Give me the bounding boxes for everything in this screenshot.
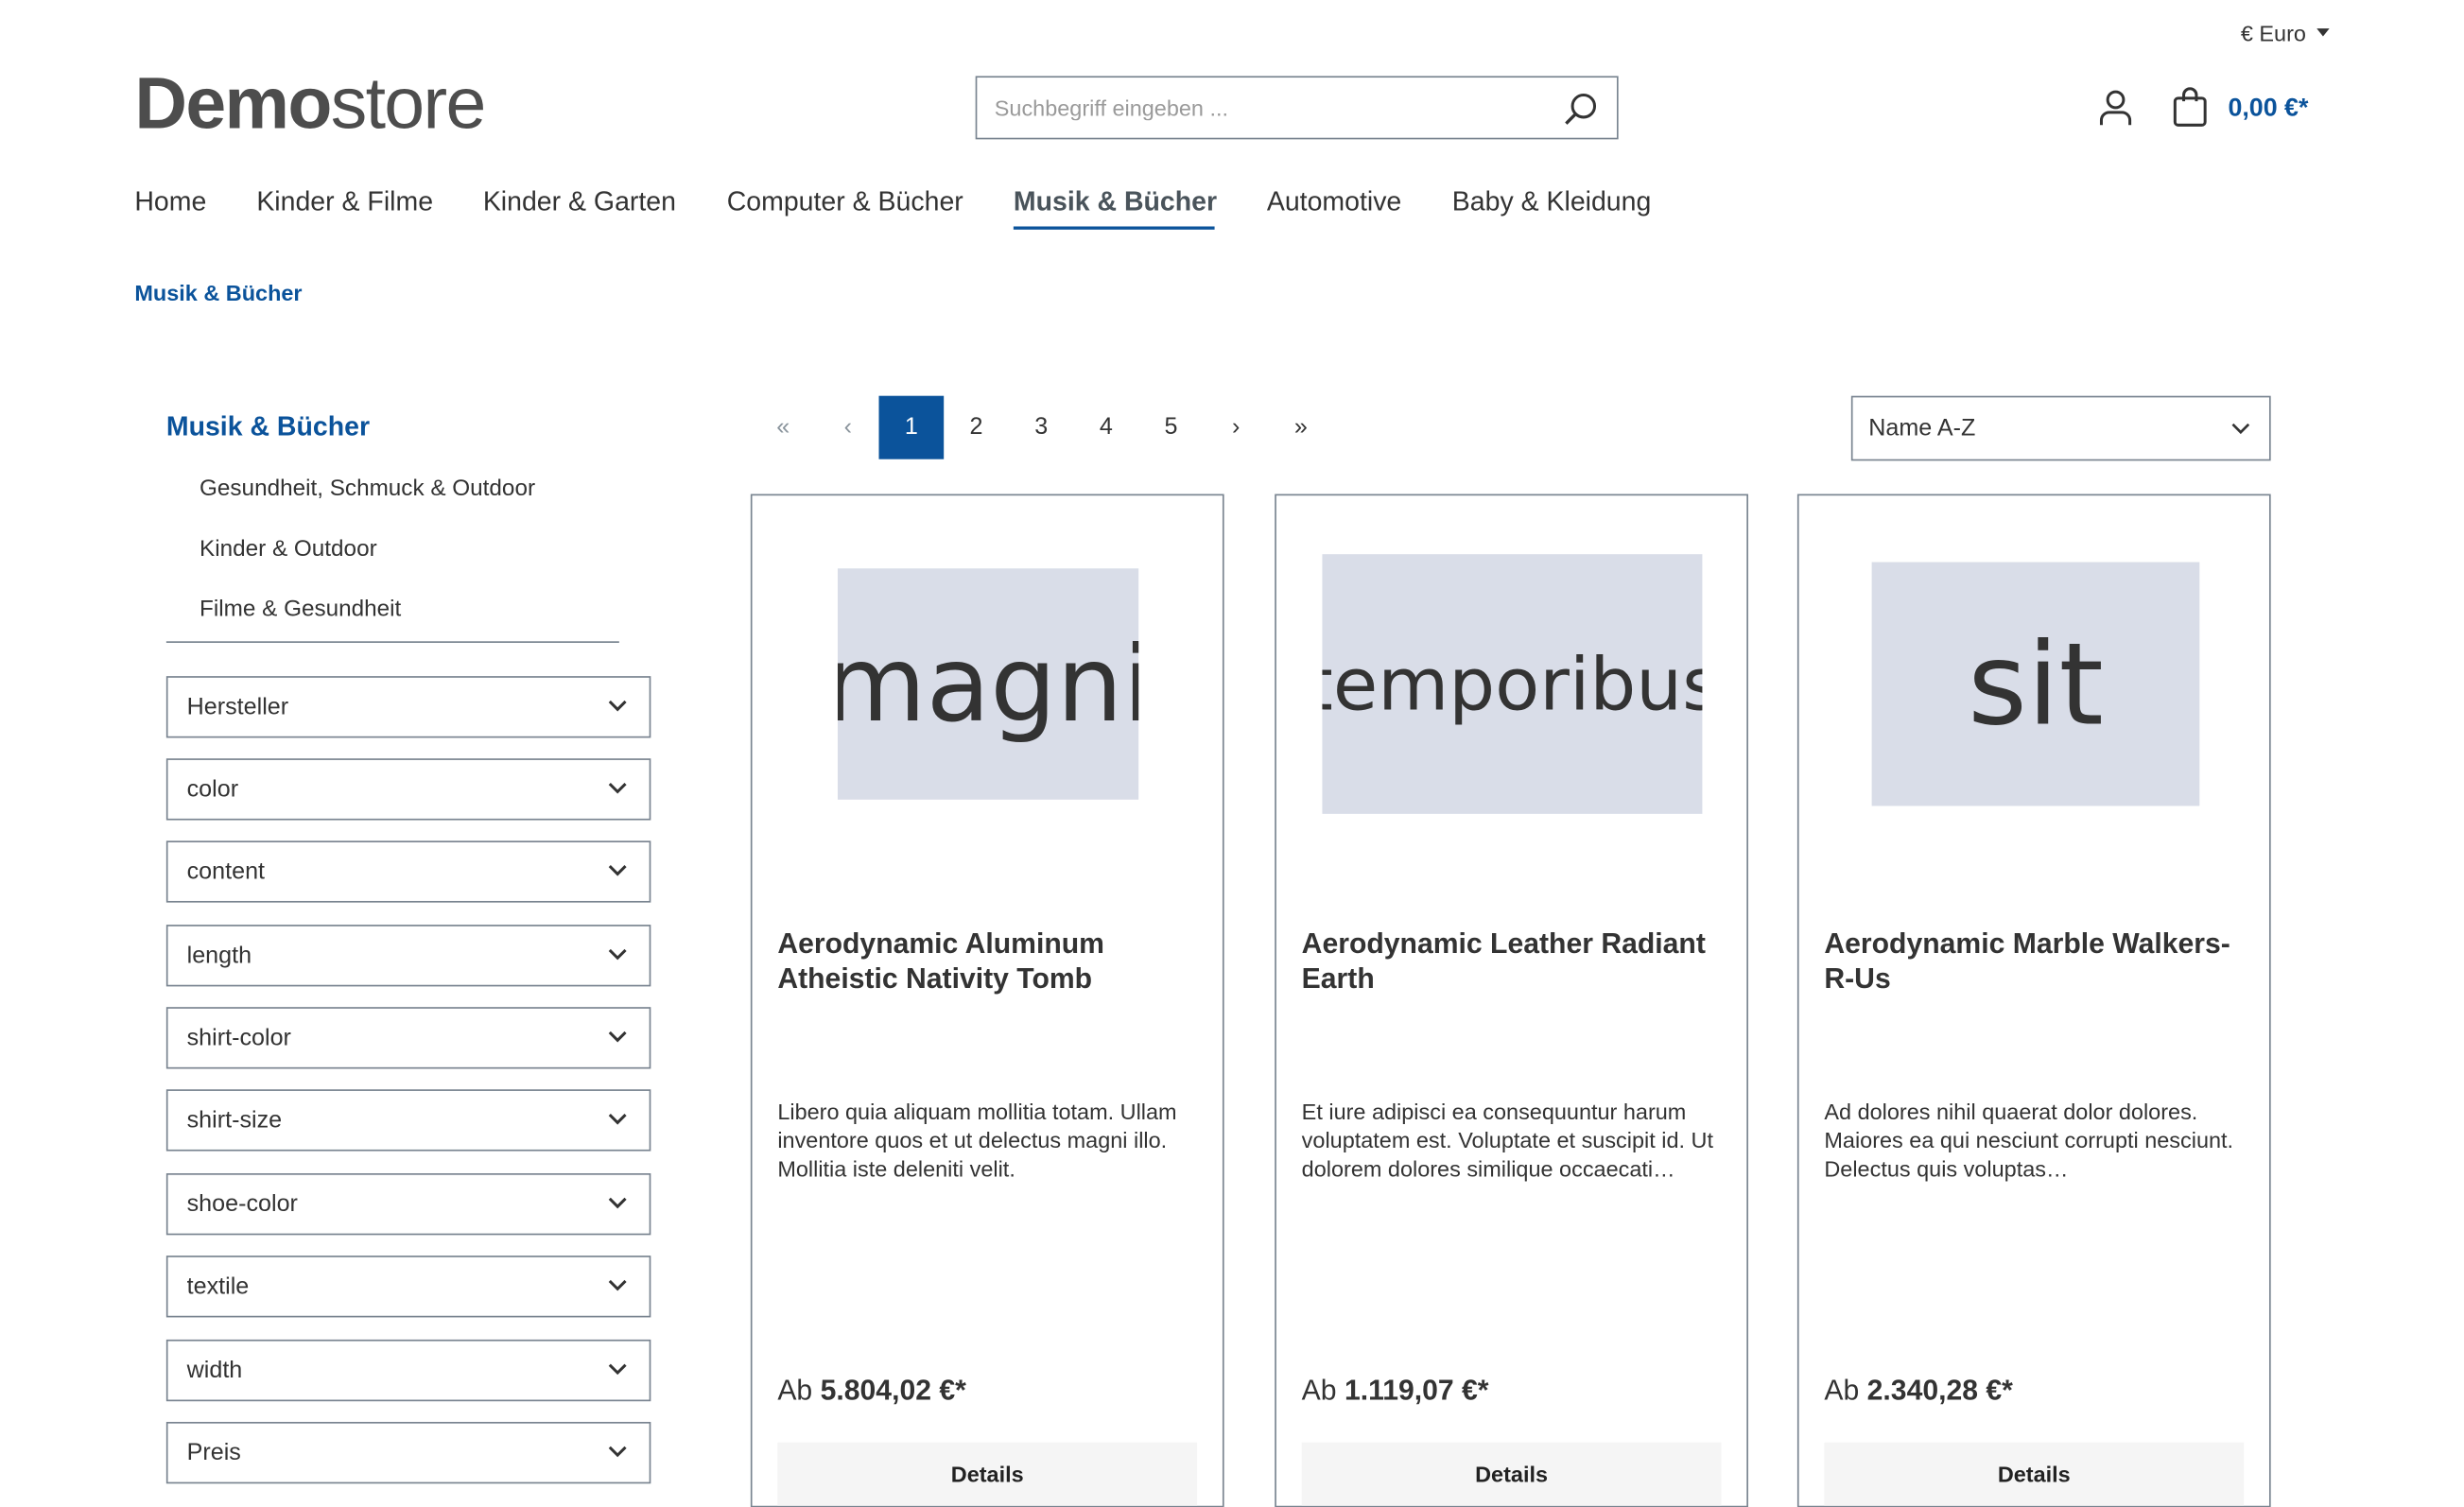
search-icon[interactable] (1563, 92, 1598, 127)
filter-label: content (186, 857, 266, 886)
price-prefix: Ab (1824, 1374, 1860, 1407)
filter-label: textile (186, 1273, 250, 1301)
filter-dropdown[interactable]: shoe-color (165, 1173, 651, 1236)
chevron-down-icon (608, 782, 627, 794)
chevron-down-icon (608, 1113, 627, 1125)
product-card[interactable]: temporibus Aerodynamic Leather Radiant E… (1275, 494, 1748, 1507)
account-icon[interactable] (2098, 89, 2133, 127)
chevron-down-icon (608, 700, 627, 712)
filter-label: Hersteller (186, 693, 289, 721)
chevron-down-icon (608, 1363, 627, 1376)
currency-selector[interactable]: € Euro (2240, 20, 2331, 46)
price-prefix: Ab (777, 1374, 813, 1407)
product-card[interactable]: sit Aerodynamic Marble Walkers-R-Us Ad d… (1796, 494, 2271, 1507)
search-box (975, 76, 1619, 140)
sidebar-item[interactable]: Kinder & Outdoor (200, 537, 377, 563)
details-button[interactable]: Details (1824, 1442, 2245, 1506)
search-input[interactable] (991, 93, 1553, 122)
filter-dropdown[interactable]: Preis (165, 1421, 651, 1484)
nav-home[interactable]: Home (134, 187, 206, 218)
pagination-next[interactable]: › (1204, 396, 1269, 459)
filter-dropdown[interactable]: color (165, 758, 651, 821)
product-price: Ab 2.340,28 €* (1824, 1375, 2013, 1408)
filter-label: shirt-color (186, 1024, 291, 1052)
filter-label: shirt-size (186, 1106, 283, 1135)
product-title[interactable]: Aerodynamic Aluminum Atheistic Nativity … (777, 927, 1202, 996)
product-image[interactable]: sit (1871, 562, 2200, 806)
product-image-text: temporibus (1322, 641, 1703, 727)
nav-kinder-filme[interactable]: Kinder & Filme (256, 187, 433, 218)
price-value: 5.804,02 €* (820, 1374, 966, 1407)
price-prefix: Ab (1301, 1374, 1337, 1407)
details-button[interactable]: Details (1301, 1442, 1722, 1506)
sidebar-title[interactable]: Musik & Bücher (166, 411, 370, 442)
product-title[interactable]: Aerodynamic Leather Radiant Earth (1302, 927, 1727, 996)
chevron-down-icon (608, 1197, 627, 1209)
cart-icon[interactable] (2173, 87, 2208, 129)
product-description: Et iure adipisci ea consequuntur harum v… (1301, 1099, 1714, 1182)
product-card[interactable]: magni Aerodynamic Aluminum Atheistic Nat… (750, 494, 1224, 1507)
logo[interactable]: Demostore (134, 61, 487, 146)
chevron-down-icon (608, 948, 627, 961)
sidebar-divider (165, 641, 619, 643)
sort-select[interactable]: Name A-Z (1850, 395, 2271, 461)
details-button[interactable]: Details (777, 1442, 1198, 1506)
price-value: 1.119,07 €* (1344, 1374, 1489, 1407)
nav-musik-buecher[interactable]: Musik & Bücher (1014, 187, 1217, 218)
caret-down-icon (2317, 28, 2331, 37)
filter-dropdown[interactable]: Hersteller (165, 676, 651, 738)
logo-bold: Demo (134, 61, 332, 145)
product-description: Ad dolores nihil quaerat dolor dolores. … (1824, 1099, 2234, 1182)
chevron-down-icon (2231, 423, 2250, 435)
product-title[interactable]: Aerodynamic Marble Walkers-R-Us (1824, 927, 2248, 996)
pagination-last[interactable]: » (1269, 396, 1334, 459)
filter-label: shoe-color (186, 1190, 298, 1218)
filter-dropdown[interactable]: shirt-size (165, 1089, 651, 1152)
filter-label: width (186, 1357, 243, 1384)
cart-total[interactable]: 0,00 €* (2228, 95, 2308, 123)
pagination-page-2[interactable]: 2 (944, 396, 1009, 459)
nav-active-underline (1013, 226, 1215, 230)
product-image[interactable]: temporibus (1322, 554, 1703, 814)
filter-dropdown[interactable]: width (165, 1339, 651, 1402)
filter-dropdown[interactable]: length (165, 925, 651, 987)
pagination-page-1[interactable]: 1 (878, 395, 945, 459)
filter-dropdown[interactable]: content (165, 840, 651, 903)
currency-label: € Euro (2240, 20, 2306, 46)
chevron-down-icon (608, 1446, 627, 1458)
filter-dropdown[interactable]: shirt-color (165, 1007, 651, 1069)
sort-value: Name A-Z (1868, 414, 1976, 442)
nav-kinder-garten[interactable]: Kinder & Garten (483, 187, 676, 218)
product-image-text: sit (1968, 617, 2104, 751)
chevron-down-icon (608, 865, 627, 876)
product-price: Ab 5.804,02 €* (777, 1375, 966, 1408)
nav-computer-buecher[interactable]: Computer & Bücher (727, 187, 963, 218)
chevron-down-icon (608, 1279, 627, 1291)
product-image-text: magni (837, 623, 1139, 745)
logo-light: store (330, 61, 487, 145)
filter-dropdown[interactable]: textile (165, 1256, 651, 1318)
nav-baby-kleidung[interactable]: Baby & Kleidung (1452, 187, 1652, 218)
chevron-down-icon (608, 1031, 627, 1043)
sidebar-item[interactable]: Gesundheit, Schmuck & Outdoor (200, 476, 535, 502)
filter-label: color (186, 775, 239, 804)
pagination-first[interactable]: « (751, 396, 816, 459)
filter-label: Preis (186, 1439, 241, 1466)
product-description: Libero quia aliquam mollitia totam. Ulla… (777, 1099, 1177, 1182)
breadcrumb[interactable]: Musik & Bücher (134, 280, 302, 305)
pagination-page-5[interactable]: 5 (1138, 396, 1204, 459)
product-image[interactable]: magni (837, 568, 1139, 800)
pagination-page-3[interactable]: 3 (1009, 396, 1074, 459)
sidebar-item[interactable]: Filme & Gesundheit (200, 597, 401, 622)
pagination-prev[interactable]: ‹ (816, 396, 881, 459)
product-price: Ab 1.119,07 €* (1302, 1375, 1489, 1408)
filter-label: length (186, 942, 252, 969)
price-value: 2.340,28 €* (1866, 1374, 2013, 1407)
nav-automotive[interactable]: Automotive (1267, 187, 1401, 218)
pagination-page-4[interactable]: 4 (1074, 396, 1139, 459)
